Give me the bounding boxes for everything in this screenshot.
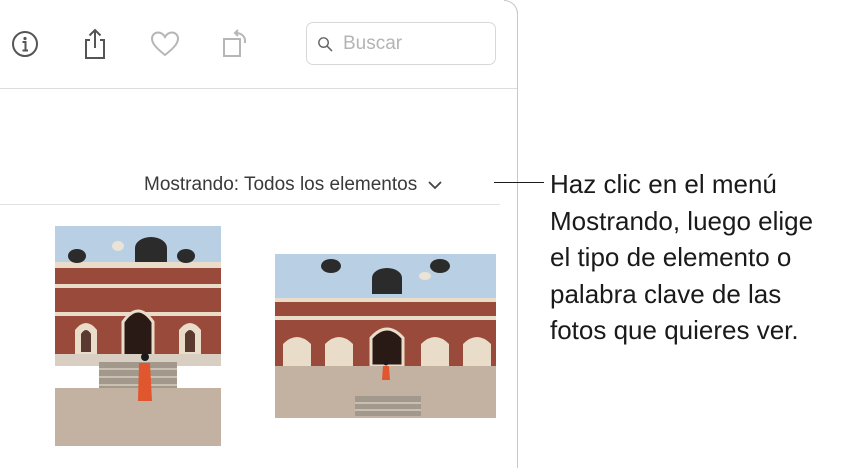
info-icon [12, 31, 38, 57]
showing-filter-label: Mostrando: Todos los elementos [144, 174, 418, 195]
photo-thumbnail[interactable] [275, 254, 496, 418]
callout-pointer-line [494, 182, 544, 183]
toolbar [0, 0, 517, 88]
chevron-down-icon [427, 180, 443, 190]
share-icon [85, 28, 105, 59]
rotate-icon [223, 29, 246, 57]
search-icon [318, 36, 333, 51]
favorite-button[interactable] [147, 26, 183, 62]
callout-text: Haz clic en el menú Mostrando, luego eli… [550, 169, 814, 345]
toolbar-divider [0, 88, 517, 89]
rotate-button[interactable] [217, 26, 253, 62]
share-button[interactable] [77, 26, 113, 62]
photos-window: Mostrando: Todos los elementos [0, 0, 518, 468]
search-input[interactable] [341, 31, 495, 56]
heart-icon [150, 31, 180, 57]
info-button[interactable] [7, 26, 43, 62]
photo-image [275, 254, 496, 418]
search-field[interactable] [306, 22, 496, 65]
grid-divider [0, 204, 500, 205]
photo-thumbnail[interactable] [55, 226, 221, 446]
photo-image [55, 226, 221, 446]
showing-filter-menu[interactable]: Mostrando: Todos los elementos [144, 172, 443, 198]
